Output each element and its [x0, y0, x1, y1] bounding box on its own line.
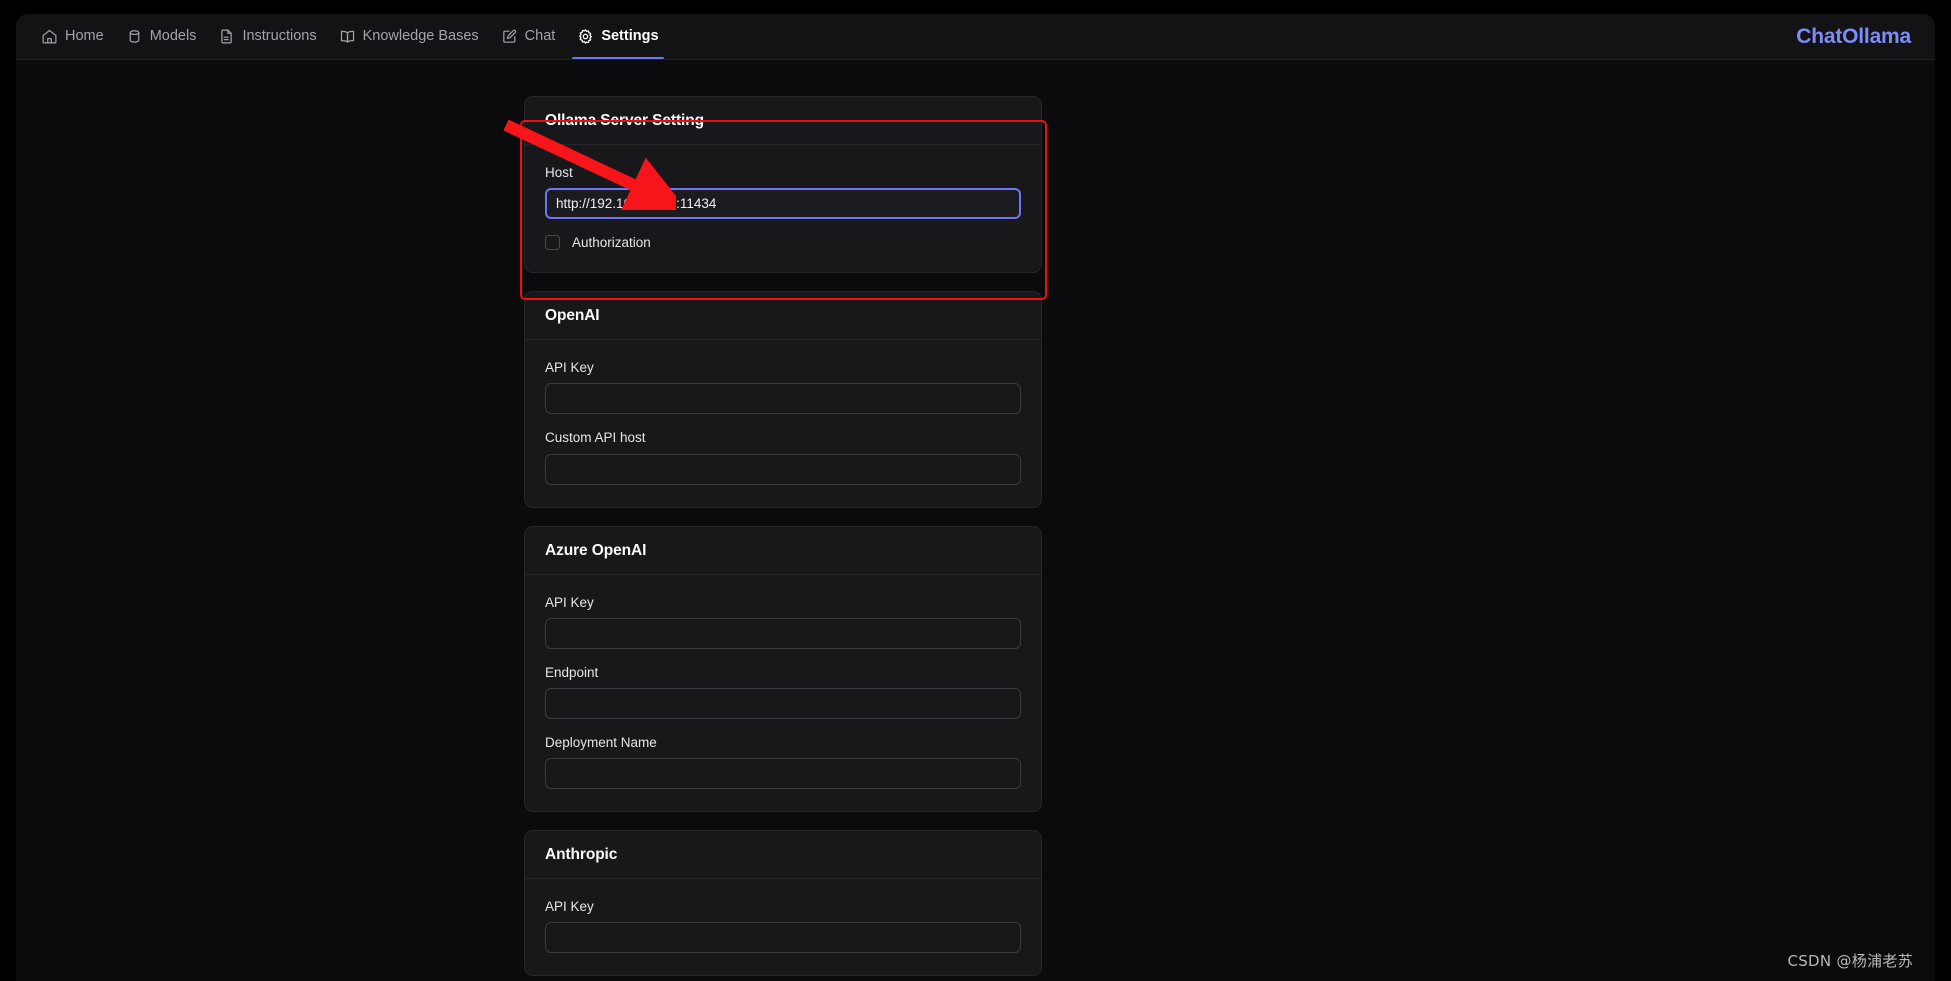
field-ollama-authorization[interactable]: Authorization — [545, 235, 1021, 251]
field-anthropic-api-key: API Key — [545, 899, 1021, 954]
book-icon — [339, 28, 356, 45]
card-header-anthropic: Anthropic — [525, 831, 1041, 880]
gear-icon — [577, 28, 594, 45]
nav-item-models-label: Models — [149, 28, 197, 45]
brand-logo[interactable]: ChatOllama — [1796, 25, 1911, 49]
csdn-watermark: CSDN @杨浦老苏 — [1787, 952, 1913, 970]
authorization-label: Authorization — [572, 235, 651, 251]
nav-item-home[interactable]: Home — [30, 14, 115, 59]
nav-item-models[interactable]: Models — [115, 14, 208, 59]
card-body-ollama: Host Authorization — [525, 145, 1041, 272]
nav-item-settings-label: Settings — [601, 28, 659, 45]
nav-item-settings[interactable]: Settings — [566, 14, 669, 59]
card-header-openai: OpenAI — [525, 292, 1041, 341]
ollama-host-input[interactable] — [545, 188, 1021, 220]
field-azure-api-key: API Key — [545, 595, 1021, 649]
pencil-square-icon — [501, 28, 518, 45]
top-navigation-bar: Home Models Instructions Knowledge Bases… — [16, 14, 1935, 60]
field-azure-deployment-name: Deployment Name — [545, 734, 1021, 790]
card-header-ollama: Ollama Server Setting — [525, 97, 1041, 145]
card-body-anthropic: API Key — [525, 879, 1041, 975]
card-ollama-server-setting: Ollama Server Setting Host Authorization — [524, 96, 1042, 274]
azure-endpoint-input[interactable] — [545, 687, 1021, 719]
field-azure-endpoint: Endpoint — [545, 665, 1021, 719]
field-ollama-host: Host — [545, 165, 1021, 220]
nav-item-chat-label: Chat — [524, 28, 556, 45]
label-azure-api-key: API Key — [545, 594, 594, 610]
settings-page: Ollama Server Setting Host Authorization — [16, 60, 1935, 981]
settings-column: Ollama Server Setting Host Authorization — [524, 96, 1042, 981]
authorization-checkbox[interactable] — [545, 235, 560, 251]
nav-item-home-label: Home — [65, 28, 104, 45]
card-title-anthropic: Anthropic — [545, 846, 618, 864]
openai-api-key-input[interactable] — [545, 383, 1021, 415]
card-body-openai: API Key Custom API host — [525, 340, 1041, 506]
field-openai-api-key: API Key — [545, 360, 1021, 415]
label-azure-endpoint: Endpoint — [545, 664, 599, 680]
nav-item-knowledge-bases[interactable]: Knowledge Bases — [328, 14, 490, 59]
cube-icon — [126, 28, 143, 45]
card-body-azure-openai: API Key Endpoint Deployment Name — [525, 575, 1041, 812]
anthropic-api-key-input[interactable] — [545, 922, 1021, 954]
openai-custom-api-host-input[interactable] — [545, 453, 1021, 485]
nav-item-knowledge-bases-label: Knowledge Bases — [362, 28, 479, 45]
card-title-ollama: Ollama Server Setting — [545, 112, 704, 129]
card-header-azure-openai: Azure OpenAI — [525, 527, 1041, 575]
label-openai-api-key: API Key — [545, 360, 594, 376]
label-ollama-host: Host — [545, 165, 573, 180]
label-azure-deployment-name: Deployment Name — [545, 734, 657, 750]
nav-item-list: Home Models Instructions Knowledge Bases… — [30, 14, 670, 59]
azure-api-key-input[interactable] — [545, 617, 1021, 649]
card-title-azure-openai: Azure OpenAI — [545, 541, 647, 559]
nav-item-instructions[interactable]: Instructions — [207, 14, 327, 59]
card-title-openai: OpenAI — [545, 307, 600, 325]
document-icon — [218, 28, 235, 45]
browser-window: Home Models Instructions Knowledge Bases… — [16, 14, 1935, 981]
nav-item-instructions-label: Instructions — [242, 28, 317, 45]
card-openai: OpenAI API Key Custom API host — [524, 291, 1042, 508]
nav-item-chat[interactable]: Chat — [490, 14, 567, 59]
home-icon — [41, 28, 58, 45]
card-azure-openai: Azure OpenAI API Key Endpoint Deployment… — [524, 525, 1042, 813]
label-openai-custom-api-host: Custom API host — [545, 430, 646, 446]
field-openai-custom-api-host: Custom API host — [545, 430, 1021, 485]
azure-deployment-name-input[interactable] — [545, 758, 1021, 790]
label-anthropic-api-key: API Key — [545, 899, 594, 915]
card-anthropic: Anthropic API Key — [524, 830, 1042, 977]
